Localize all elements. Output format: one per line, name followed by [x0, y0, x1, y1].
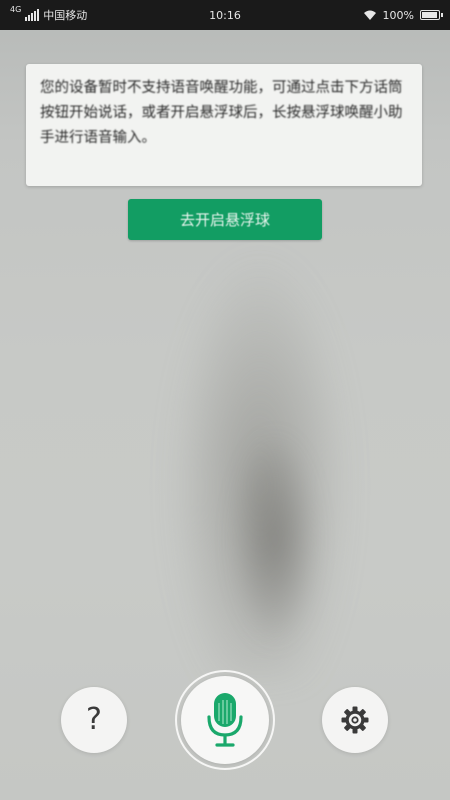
- message-text: 您的设备暂时不支持语音唤醒功能，可通过点击下方话筒按钮开始说话，或者开启悬浮球后…: [40, 80, 403, 146]
- voice-assistant-screen: 4G 中国移动 10:16 100% 您的设备暂时不支持语音唤醒功能，可通过点击…: [0, 0, 450, 800]
- status-right: 100%: [363, 8, 443, 22]
- status-time: 10:16: [209, 8, 241, 22]
- settings-button[interactable]: [322, 687, 388, 753]
- signal-icon: [25, 9, 40, 21]
- microphone-button[interactable]: [175, 670, 275, 770]
- status-bar: 4G 中国移动 10:16 100%: [0, 0, 450, 30]
- battery-percent: 100%: [382, 8, 414, 22]
- carrier-name: 中国移动: [43, 9, 88, 22]
- enable-floating-ball-label: 去开启悬浮球: [179, 211, 270, 229]
- microphone-button-inner: [181, 676, 269, 764]
- gear-icon: [341, 706, 369, 734]
- background-blur: [170, 250, 350, 680]
- status-left: 4G 中国移动: [10, 4, 88, 23]
- battery-fill: [422, 12, 437, 18]
- background-blur-shadow: [230, 430, 320, 650]
- wifi-icon: [363, 10, 376, 20]
- network-type: 4G: [10, 4, 22, 14]
- microphone-icon: [207, 693, 243, 747]
- question-icon: ?: [86, 702, 102, 737]
- help-button[interactable]: ?: [61, 687, 127, 753]
- enable-floating-ball-button[interactable]: 去开启悬浮球: [128, 199, 322, 240]
- battery-icon: [420, 10, 443, 20]
- message-card: 您的设备暂时不支持语音唤醒功能，可通过点击下方话筒按钮开始说话，或者开启悬浮球后…: [26, 64, 422, 186]
